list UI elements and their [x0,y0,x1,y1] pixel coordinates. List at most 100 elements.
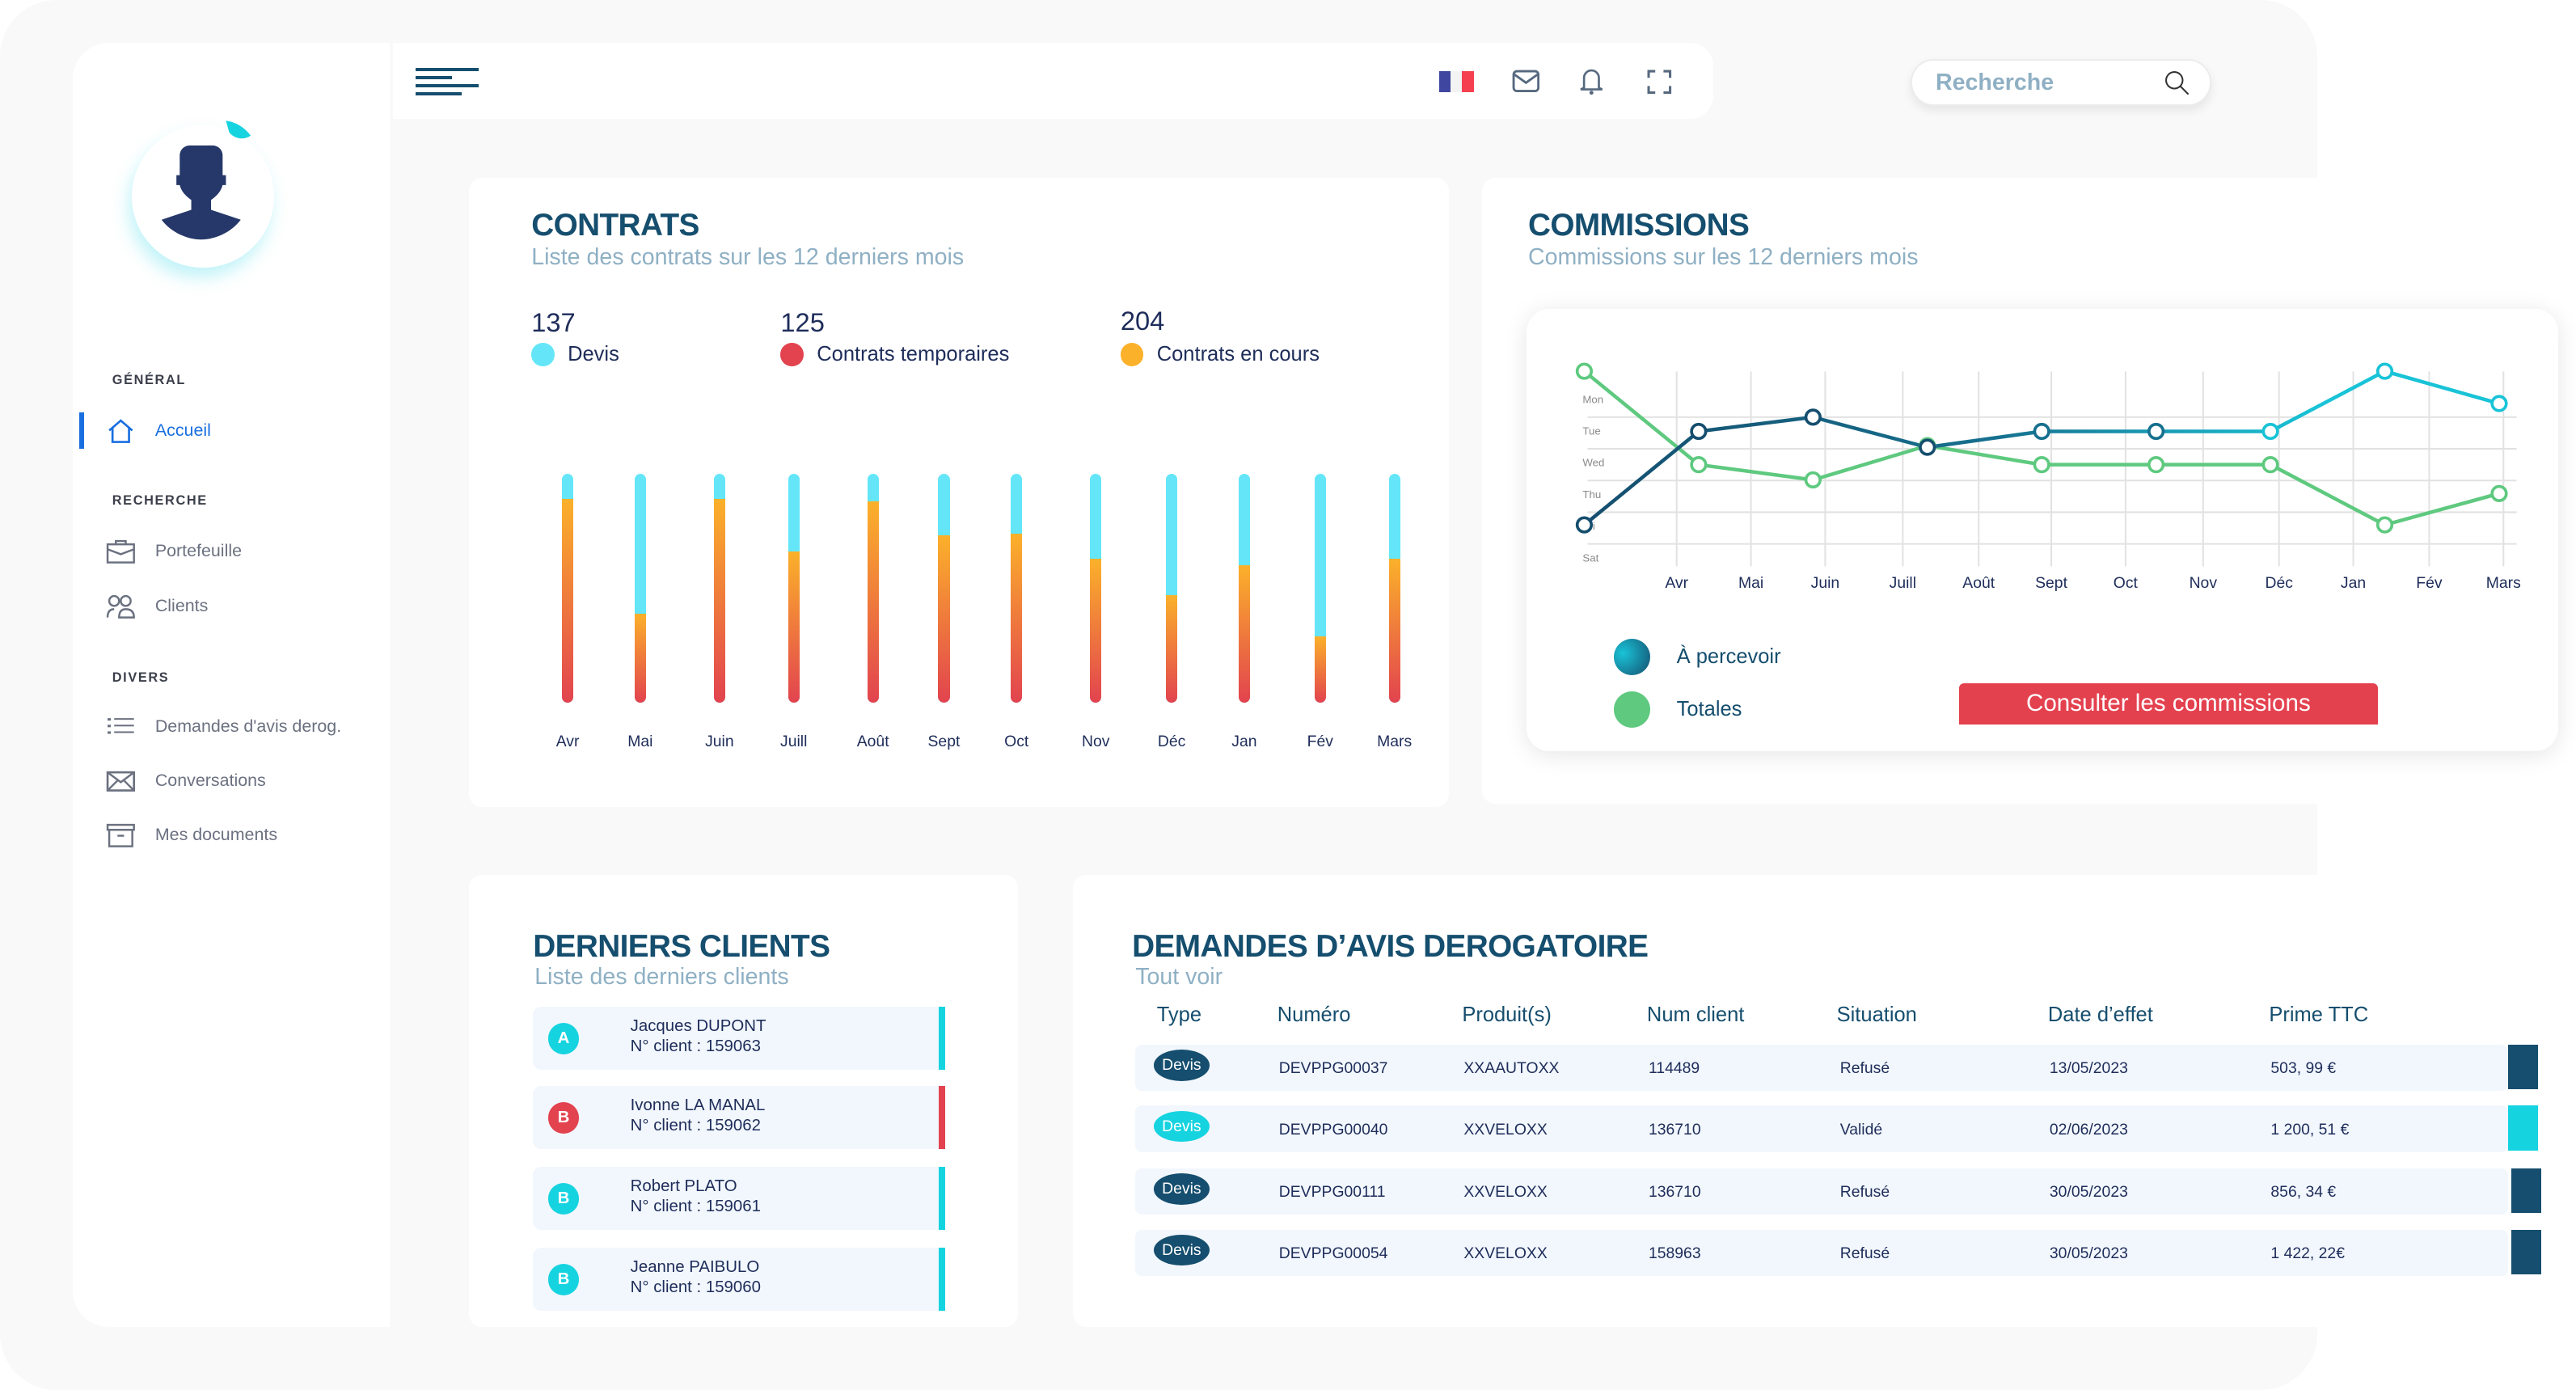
client-status-edge [939,1166,946,1230]
see-all-link[interactable]: Tout voir [1135,964,1223,991]
x-tick-label: Avr [555,733,580,751]
contrats-title: CONTRATS [531,208,699,243]
bar-7[interactable] [1090,473,1102,703]
legend-totales: Totales [1614,691,1742,729]
column-header[interactable]: Date d’effet [2048,1003,2153,1027]
avatar[interactable] [129,109,277,268]
data-point-a-percevoir[interactable] [1575,516,1593,534]
bar-9[interactable] [1238,473,1251,703]
cell-situation: Refusé [1839,1059,1890,1078]
consult-commissions-button[interactable]: Consulter les commissions [1958,682,2379,725]
data-point-a-percevoir[interactable] [1804,408,1822,426]
hamburger-icon[interactable] [416,66,479,96]
french-flag-icon[interactable] [1438,70,1474,93]
fullscreen-icon[interactable] [1647,70,1672,95]
bar-fill [1011,533,1023,703]
top-bar [392,43,1713,119]
y-tick-label: Sat [1582,551,1598,564]
data-point-totales[interactable] [2147,455,2165,473]
client-avatar: B [547,1102,580,1134]
client-list-item[interactable]: A Jacques DUPONT N° client : 159063 [533,1007,946,1070]
sidebar-item-documents[interactable]: Mes documents [106,822,277,848]
y-tick-label: Thu [1582,488,1601,501]
table-row[interactable]: Devis DEVPPG00111 XXVELOXX 136710 Refusé 30/0… [1135,1168,2509,1215]
sidebar-item-conversations[interactable]: Conversations [106,767,266,794]
cell-produit: XXAAUTOXX [1463,1059,1560,1078]
data-point-a-percevoir[interactable] [1690,422,1708,440]
column-header[interactable]: Num client [1647,1003,1744,1027]
data-point-totales[interactable] [2033,455,2050,473]
data-point-totales[interactable] [1804,471,1822,488]
data-point-a-percevoir[interactable] [2375,362,2394,380]
x-tick-label: Sept [2035,574,2067,592]
stat-label: Contrats temporaires [817,342,1010,365]
sidebar-item-label: Demandes d'avis derog. [154,716,342,736]
data-point-totales[interactable] [2261,455,2279,473]
bar-fill [1238,565,1251,703]
x-tick-label: Août [1962,574,1995,592]
sidebar-item-clients[interactable]: Clients [106,593,208,619]
sidebar-item-accueil[interactable]: Accueil [106,417,211,444]
cell-date: 13/05/2023 [2049,1059,2128,1078]
bar-4[interactable] [867,473,879,703]
row-action-tab[interactable] [2508,1044,2539,1090]
bar-3[interactable] [788,473,800,703]
x-tick-label: Oct [2114,574,2139,592]
cell-date: 30/05/2023 [2049,1244,2128,1262]
cell-situation: Refusé [1839,1244,1890,1262]
bell-icon[interactable] [1579,66,1604,96]
type-badge: Devis [1153,1173,1210,1205]
data-point-a-percevoir[interactable] [1919,438,1936,456]
bar-2[interactable] [713,473,725,703]
column-header[interactable]: Produit(s) [1462,1003,1552,1027]
column-header[interactable]: Numéro [1277,1003,1351,1027]
bar-10[interactable] [1314,473,1326,703]
x-tick-label: Juill [1890,574,1916,592]
data-point-totales[interactable] [1575,362,1593,380]
row-action-tab[interactable] [2511,1229,2542,1274]
x-tick-label: Août [856,733,889,751]
sidebar-item-portefeuille[interactable]: Portefeuille [106,538,242,564]
x-tick-label: Fév [2416,574,2443,592]
envelope-icon [106,771,135,792]
data-point-a-percevoir[interactable] [2033,422,2050,440]
cell-numero: DEVPPG00037 [1278,1059,1388,1078]
search-icon[interactable] [2164,70,2190,96]
search-field[interactable] [1911,59,2211,106]
sidebar-item-demandes[interactable]: Demandes d'avis derog. [106,713,342,740]
row-action-tab[interactable] [2511,1168,2542,1214]
bar-1[interactable] [634,473,647,703]
bar-0[interactable] [561,473,574,703]
bar-5[interactable] [938,473,950,703]
nav-heading-recherche: RECHERCHE [112,493,208,509]
bar-11[interactable] [1388,473,1400,703]
data-point-a-percevoir[interactable] [2147,422,2165,440]
bar-fill [1388,558,1400,703]
column-header[interactable]: Type [1157,1003,1201,1027]
stat-value: 204 [1120,305,1165,336]
search-input[interactable] [1932,67,2154,98]
client-list-item[interactable]: B Robert PLATO N° client : 159061 [533,1166,946,1230]
client-list-item[interactable]: B Ivonne LA MANAL N° client : 159062 [533,1085,946,1149]
table-row[interactable]: Devis DEVPPG00054 XXVELOXX 158963 Refusé 30/0… [1135,1229,2509,1276]
client-list-item[interactable]: B Jeanne PAIBULO N° client : 159060 [533,1247,946,1311]
data-point-a-percevoir[interactable] [2261,422,2279,440]
row-action-tab[interactable] [2508,1105,2539,1151]
bar-6[interactable] [1011,473,1023,703]
column-header[interactable]: Prime TTC [2269,1003,2368,1027]
data-point-totales[interactable] [2375,516,2394,534]
mail-icon[interactable] [1512,70,1540,93]
data-point-totales[interactable] [2490,484,2508,502]
stat-en-cours: 204 Contrats en cours [1120,305,1320,366]
bar-8[interactable] [1165,473,1178,703]
table-row[interactable]: Devis DEVPPG00037 XXAAUTOXX 114489 Refusé 13/… [1135,1044,2509,1092]
client-info: Jacques DUPONT N° client : 159063 [631,1016,766,1056]
bar-fill [938,535,950,703]
bar-fill [1165,595,1178,703]
stat-value: 137 [531,306,576,337]
contrats-card [468,178,1449,808]
table-row[interactable]: Devis DEVPPG00040 XXVELOXX 136710 Validé 02/0… [1135,1105,2509,1152]
column-header[interactable]: Situation [1837,1003,1917,1027]
data-point-a-percevoir[interactable] [2490,395,2508,412]
data-point-totales[interactable] [1690,455,1708,473]
